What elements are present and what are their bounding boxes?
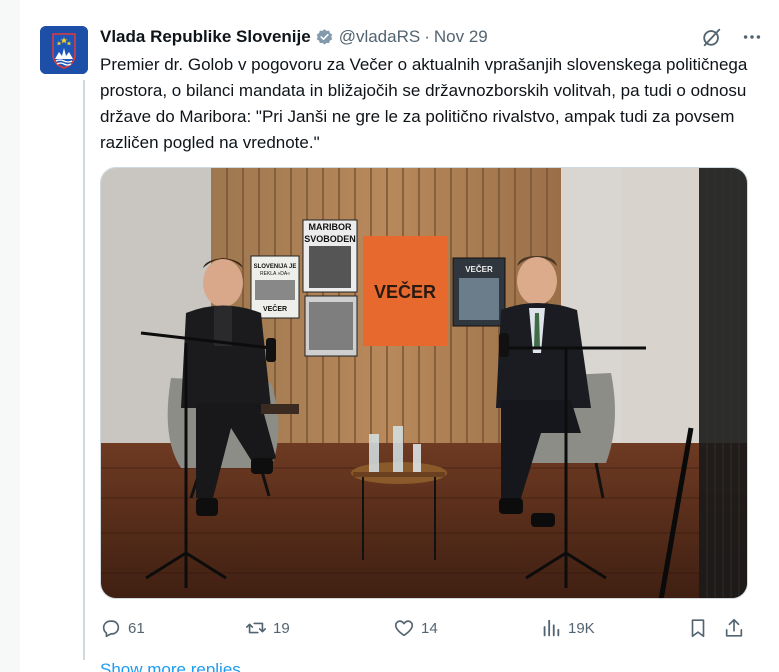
tweet-header: Vlada Republike Slovenije @vladaRS · Nov… <box>100 26 763 48</box>
reply-icon <box>102 620 120 638</box>
repost-count: 19 <box>273 619 290 637</box>
author-handle[interactable]: @vladaRS <box>339 27 421 47</box>
author-name[interactable]: Vlada Republike Slovenije <box>100 27 311 47</box>
like-icon <box>394 620 414 637</box>
like-count: 14 <box>421 619 438 637</box>
views-count: 19K <box>568 619 595 637</box>
share-button[interactable] <box>723 614 745 642</box>
author-avatar[interactable] <box>40 26 88 74</box>
reply-count: 61 <box>128 619 145 637</box>
tweet-text: Premier dr. Golob v pogovoru za Večer o … <box>100 55 748 152</box>
bookmark-button[interactable] <box>687 614 709 642</box>
share-icon <box>725 618 743 637</box>
tweet-date[interactable]: Nov 29 <box>434 27 488 47</box>
tweet-card[interactable]: Vlada Republike Slovenije @vladaRS · Nov… <box>20 0 779 672</box>
poster-right: VEČER <box>452 257 506 327</box>
like-button[interactable]: 14 <box>393 614 438 642</box>
studio-interview-photo: SLOVENIJA JE REKLA »DA« VEČER MARIBOR SV… <box>101 168 747 598</box>
bookmark-icon <box>691 619 705 638</box>
poster-left: SLOVENIJA JE REKLA »DA« VEČER <box>250 255 300 319</box>
svg-text:VEČER: VEČER <box>465 265 493 274</box>
views-button[interactable]: 19K <box>540 614 595 642</box>
repost-icon <box>246 622 266 634</box>
svg-text:SVOBODEN: SVOBODEN <box>304 234 356 244</box>
show-more-replies-link[interactable]: Show more replies <box>100 660 241 672</box>
tweet-actions: 61 19 14 19K <box>100 614 750 642</box>
vecer-panel: VEČER <box>363 236 447 346</box>
views-icon <box>543 619 560 637</box>
poster-left-sub: VEČER <box>263 304 287 313</box>
coat-of-arms-icon <box>40 26 88 74</box>
svg-text:VEČER: VEČER <box>374 281 436 302</box>
poster-mid: MARIBOR SVOBODEN <box>302 219 358 357</box>
svg-text:REKLA »DA«: REKLA »DA« <box>260 271 290 277</box>
thread-line <box>83 80 85 660</box>
svg-text:SLOVENIJA JE: SLOVENIJA JE <box>254 264 297 270</box>
more-icon[interactable] <box>741 26 763 48</box>
svg-text:MARIBOR: MARIBOR <box>309 222 352 232</box>
verified-badge-icon[interactable] <box>315 28 334 47</box>
tweet-photo[interactable]: SLOVENIJA JE REKLA »DA« VEČER MARIBOR SV… <box>100 167 748 599</box>
separator-dot: · <box>424 27 430 46</box>
repost-button[interactable]: 19 <box>245 614 290 642</box>
reply-button[interactable]: 61 <box>100 614 145 642</box>
grok-icon[interactable] <box>701 26 723 48</box>
